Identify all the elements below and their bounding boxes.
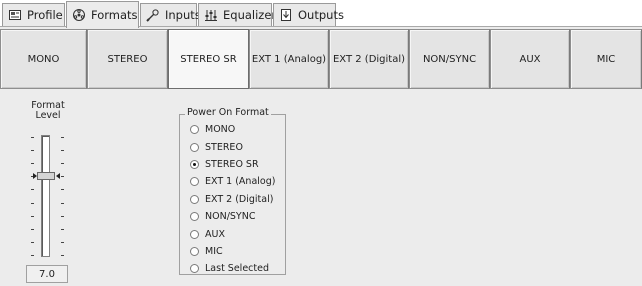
slider-tick (61, 163, 64, 165)
radio-label: Last Selected (205, 263, 269, 275)
outputs-icon (279, 8, 293, 22)
format-level-slider[interactable] (28, 134, 68, 258)
slider-thumb[interactable] (37, 172, 55, 181)
format-button-ext2-digital[interactable]: EXT 2 (Digital) (329, 29, 409, 89)
tab-label: Inputs (165, 8, 201, 22)
slider-tick (31, 215, 34, 217)
format-level-label: Format Level (22, 101, 74, 121)
tab-label: Equalizer (223, 8, 277, 22)
power-on-format-options: MONO STEREO STEREO SR EXT 1 (Analog) EXT… (190, 121, 286, 278)
radio-option-non-sync[interactable]: NON/SYNC (190, 208, 286, 225)
tab-label: Outputs (298, 8, 344, 22)
radio-label: STEREO (205, 141, 243, 153)
tab-strip: Profile Formats Inputs Equalizer Outputs (0, 0, 642, 28)
radio-label: EXT 1 (Analog) (205, 176, 276, 188)
format-level-value: 7.0 (26, 265, 68, 283)
radio-option-ext2-digital[interactable]: EXT 2 (Digital) (190, 191, 286, 208)
slider-tick (61, 202, 64, 204)
radio-label: MONO (205, 124, 236, 136)
format-button-stereo[interactable]: STEREO (87, 29, 168, 89)
slider-tick (31, 202, 34, 204)
inputs-icon (146, 8, 160, 22)
format-button-mic[interactable]: MIC (570, 29, 642, 89)
profile-icon (8, 8, 22, 22)
slider-tick (31, 189, 34, 191)
radio-button[interactable] (190, 229, 199, 239)
slider-tick (61, 255, 64, 256)
radio-label: EXT 2 (Digital) (205, 193, 274, 205)
radio-label: MIC (205, 245, 223, 257)
radio-button[interactable] (190, 125, 199, 135)
slider-tick (61, 228, 64, 230)
slider-tick (31, 163, 34, 165)
radio-option-aux[interactable]: AUX (190, 225, 286, 242)
radio-option-mono[interactable]: MONO (190, 121, 286, 138)
format-button-aux[interactable]: AUX (490, 29, 570, 89)
radio-button[interactable] (190, 264, 199, 274)
slider-ticks-left (31, 134, 35, 258)
tab-formats[interactable]: Formats (66, 1, 139, 28)
radio-button[interactable] (190, 212, 199, 222)
tab-outputs[interactable]: Outputs (273, 3, 344, 26)
format-button-stereo-sr[interactable]: STEREO SR (168, 29, 249, 89)
radio-label: NON/SYNC (205, 211, 256, 223)
slider-ticks-right (61, 134, 65, 258)
formats-window: Profile Formats Inputs Equalizer Outputs (0, 0, 642, 286)
radio-label: AUX (205, 228, 225, 240)
formats-icon (72, 8, 86, 22)
tab-label: Formats (91, 8, 138, 22)
radio-label: STEREO SR (205, 158, 259, 170)
slider-pointer-right-icon (56, 173, 60, 180)
slider-tick (31, 241, 34, 243)
radio-button[interactable] (190, 194, 199, 204)
tab-label: Profile (27, 8, 63, 22)
format-button-mono[interactable]: MONO (0, 29, 87, 89)
tab-profile[interactable]: Profile (2, 3, 65, 26)
slider-tick (31, 228, 34, 230)
format-level-label-line2: Level (35, 110, 61, 121)
format-button-row: MONO STEREO STEREO SR EXT 1 (Analog) EXT… (0, 29, 642, 89)
slider-tick (61, 150, 64, 152)
radio-option-mic[interactable]: MIC (190, 243, 286, 260)
slider-tick (31, 137, 34, 138)
equalizer-icon (204, 8, 218, 22)
slider-tick (61, 215, 64, 217)
radio-option-ext1-analog[interactable]: EXT 1 (Analog) (190, 173, 286, 190)
slider-track[interactable] (41, 135, 50, 257)
slider-tick (31, 255, 34, 256)
radio-button[interactable] (190, 159, 199, 169)
slider-tick (61, 137, 64, 138)
radio-option-last-selected[interactable]: Last Selected (190, 260, 286, 277)
format-button-ext1-analog[interactable]: EXT 1 (Analog) (249, 29, 329, 89)
slider-tick (61, 189, 64, 191)
slider-tick (31, 150, 34, 152)
radio-button[interactable] (190, 142, 199, 152)
tab-equalizer[interactable]: Equalizer (198, 3, 276, 26)
slider-tick (61, 241, 64, 243)
radio-option-stereo[interactable]: STEREO (190, 138, 286, 155)
power-on-format-title: Power On Format (185, 107, 271, 119)
radio-button[interactable] (190, 177, 199, 187)
radio-button[interactable] (190, 246, 199, 256)
slider-tick (61, 176, 64, 178)
tab-inputs[interactable]: Inputs (140, 3, 201, 26)
radio-option-stereo-sr[interactable]: STEREO SR (190, 156, 286, 173)
format-button-non-sync[interactable]: NON/SYNC (409, 29, 490, 89)
